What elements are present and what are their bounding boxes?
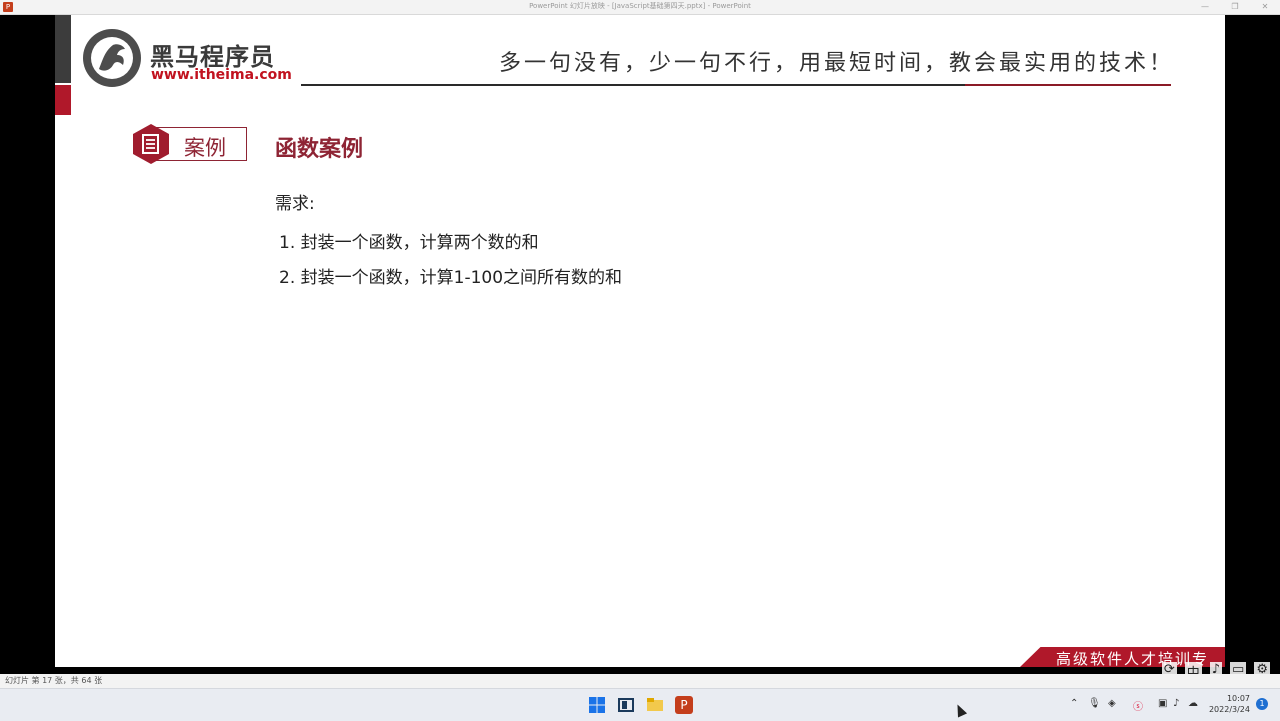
status-bar: 幻灯片 第 17 张，共 64 张 [0,674,1280,688]
requirement-item-1: 1. 封装一个函数，计算两个数的和 [279,233,539,253]
minimize-button[interactable]: — [1190,0,1220,14]
chevron-up-icon[interactable]: ⌃ [1070,698,1078,709]
network-icon[interactable]: ◈ [1108,698,1116,709]
app-tray-icon[interactable]: ⓢ [1133,698,1143,713]
document-hexagon-icon [133,124,169,164]
speaker-icon[interactable]: ♪ [1173,698,1179,709]
file-explorer-icon[interactable] [646,696,664,714]
clock-time: 10:07 [1226,694,1250,703]
close-button[interactable]: ✕ [1250,0,1280,14]
decor-bar-grey [55,15,71,83]
slide-canvas[interactable]: 黑马程序员 www.itheima.com 多一句没有，少一句不行，用最短时间，… [55,15,1225,667]
requirement-label: 需求: [275,194,315,214]
window-title: PowerPoint 幻灯片放映 - [JavaScript基础第四天.pptx… [529,2,751,10]
restore-button[interactable]: ❐ [1220,0,1250,14]
cloud-icon[interactable]: ☁ [1188,698,1198,709]
system-clock[interactable]: 10:07 2022/3/24 [1209,693,1250,715]
case-title: 函数案例 [275,137,364,162]
requirement-item-2: 2. 封装一个函数，计算1-100之间所有数的和 [279,268,623,288]
notification-badge[interactable]: 1 [1256,698,1268,710]
case-badge-label: 案例 [184,136,226,160]
case-badge: 案例 [131,123,247,164]
header-divider-accent [965,84,1171,86]
header-slogan: 多一句没有，少一句不行，用最短时间，教会最实用的技术！ [499,51,1175,76]
window-title-bar: P PowerPoint 幻灯片放映 - [JavaScript基础第四天.pp… [0,0,1280,15]
powerpoint-taskbar-icon[interactable]: P [675,696,693,714]
brand-logo-icon [83,29,141,87]
microphone-icon[interactable]: 🎙 [1088,698,1101,709]
display-icon[interactable]: ▣ [1158,698,1167,709]
decor-bar-red [55,85,71,115]
slide-counter: 幻灯片 第 17 张，共 64 张 [5,676,103,685]
taskbar: P ⌃ 🎙 ◈ ⓢ ▣ ♪ ☁ 10:07 2022/3/24 1 [0,688,1280,721]
clock-date: 2022/3/24 [1208,705,1250,714]
task-view-icon[interactable] [617,696,635,714]
brand-url: www.itheima.com [151,67,292,83]
windows-start-icon[interactable] [588,696,606,714]
